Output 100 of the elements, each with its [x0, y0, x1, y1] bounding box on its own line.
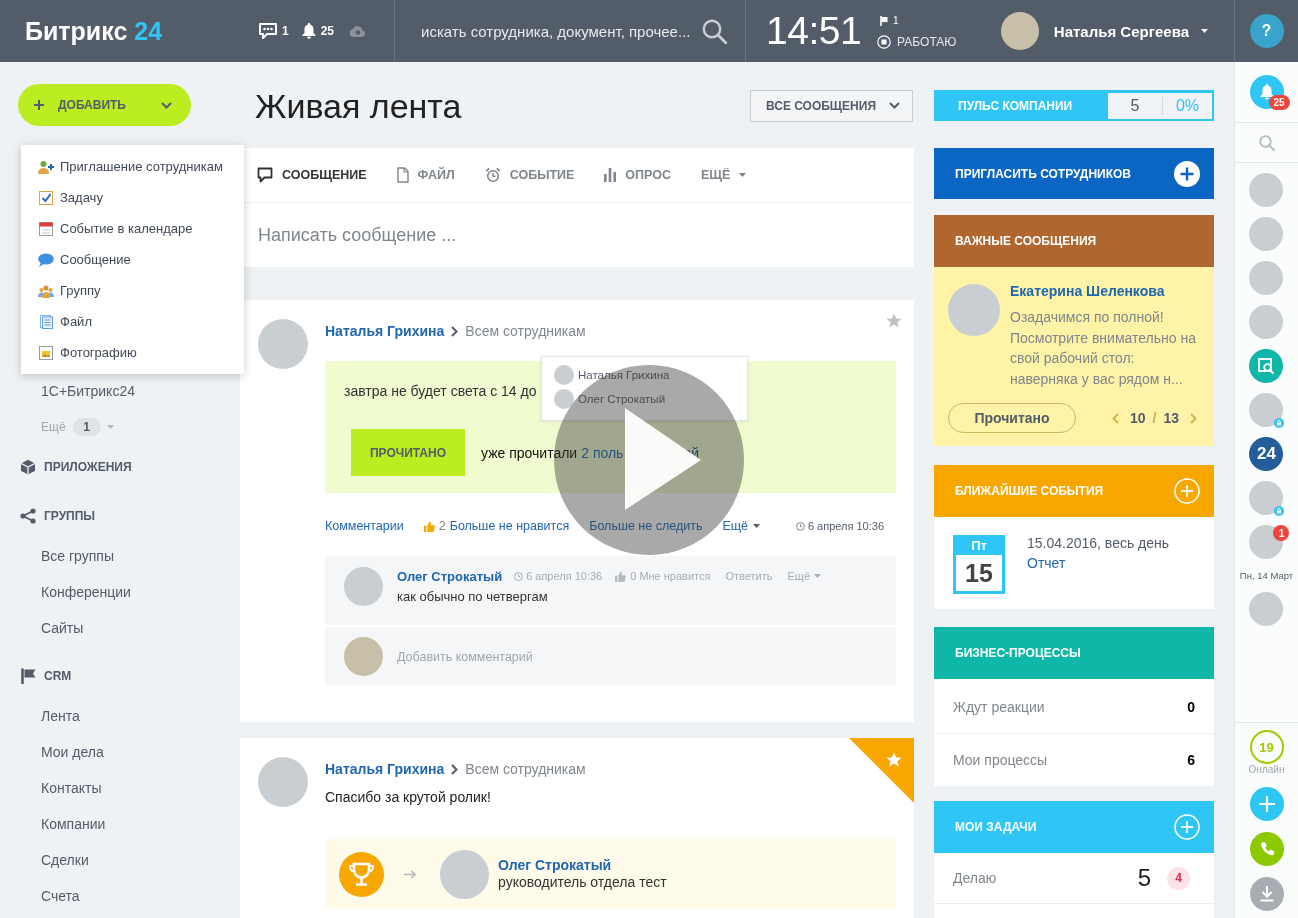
author-avatar[interactable] — [948, 284, 1000, 336]
cube-icon — [20, 459, 36, 475]
author-link[interactable]: Екатерина Шеленкова — [1010, 282, 1202, 300]
company-pulse-bar[interactable]: ПУЛЬС КОМПАНИИ 5 0% — [934, 90, 1214, 121]
contact-avatar[interactable] — [1249, 217, 1284, 251]
reader-name[interactable]: Наталья Грихина — [578, 369, 670, 381]
search-icon[interactable] — [1258, 134, 1275, 151]
message-text: завтра не будет света с 14 до — [344, 382, 537, 401]
add-menu-item[interactable]: Приглашение сотрудникам — [38, 151, 223, 182]
more-button[interactable]: Ещё 1 — [41, 409, 114, 445]
readers-link[interactable]: 2 поль — [581, 444, 624, 461]
audience-link[interactable]: Всем сотрудникам — [465, 323, 586, 339]
recipient-position: руководитель отдела тест — [498, 874, 667, 891]
audience-link[interactable]: Всем сотрудникам — [465, 761, 586, 777]
search-field[interactable]: искать сотрудника, документ, прочее... — [421, 19, 694, 43]
sidebar-link[interactable]: Конференции — [41, 574, 131, 610]
notifications-button[interactable] — [1249, 75, 1284, 109]
task-label[interactable]: Делаю — [953, 870, 997, 886]
unfollow-link[interactable]: Больше не следить — [589, 519, 703, 533]
add-menu-item[interactable]: Задачу — [38, 182, 103, 213]
document-search-icon[interactable] — [1249, 349, 1284, 383]
document-icon — [396, 167, 409, 183]
sidebar-link[interactable]: Все группы — [41, 538, 114, 574]
download-icon[interactable] — [1249, 877, 1284, 911]
recipient-link[interactable]: Олег Строкатый — [498, 857, 667, 874]
contact-avatar[interactable] — [1249, 305, 1284, 339]
notifications-counter[interactable]: 25 — [301, 23, 335, 39]
plus-circle-icon[interactable] — [1249, 787, 1284, 821]
add-menu-item[interactable]: Фотографию — [38, 337, 137, 368]
chevron-right-icon[interactable] — [1190, 412, 1197, 424]
chevron-left-icon[interactable] — [1111, 412, 1119, 424]
add-menu-item[interactable]: Группу — [38, 275, 101, 306]
message-field[interactable]: Написать сообщение ... — [258, 221, 878, 249]
process-label[interactable]: Мои процессы — [953, 752, 1048, 768]
process-label[interactable]: Ждут реакции — [953, 699, 1045, 715]
add-menu-item[interactable]: Событие в календаре — [38, 213, 193, 244]
sidebar-link[interactable]: Сделки — [41, 842, 89, 878]
author-avatar[interactable] — [258, 319, 308, 369]
like-button[interactable]: 2 Больше не нравится — [423, 519, 570, 533]
section-link[interactable]: ПРИЛОЖЕНИЯ — [20, 449, 132, 485]
user-avatar[interactable] — [1000, 12, 1039, 50]
person-plus-icon — [38, 159, 54, 174]
sidebar-link[interactable]: Контакты — [41, 770, 102, 806]
comment-field[interactable]: Добавить комментарий — [397, 646, 697, 667]
event-link[interactable]: Отчет — [1027, 553, 1066, 573]
section-link[interactable]: ГРУППЫ — [20, 498, 96, 534]
section-link[interactable]: CRM — [20, 658, 72, 694]
sidebar-link[interactable]: Мои дела — [41, 734, 104, 770]
sidebar-link[interactable]: Компании — [41, 806, 106, 842]
add-menu-item[interactable]: Сообщение — [38, 244, 131, 275]
author-avatar[interactable] — [258, 757, 308, 807]
sidebar-link[interactable]: Счета — [41, 878, 80, 914]
invite-employees-bar[interactable]: ПРИГЛАСИТЬ СОТРУДНИКОВ — [934, 148, 1214, 199]
favorite-star-icon[interactable] — [849, 738, 914, 803]
count-badge: 1 — [1273, 525, 1290, 541]
comments-link[interactable]: Комментарии — [325, 519, 404, 533]
logo-avatar[interactable]: 24 — [1249, 437, 1284, 471]
plus-icon — [34, 100, 44, 110]
reader-name[interactable]: Олег Строкатый — [578, 393, 666, 405]
flag-icon — [20, 668, 36, 684]
checkbox-icon — [38, 190, 54, 205]
favorite-star-icon[interactable] — [886, 313, 902, 329]
share-icon — [20, 508, 36, 524]
recipient-avatar[interactable] — [440, 849, 489, 899]
composer-tab[interactable]: СОБЫТИЕ — [484, 167, 575, 183]
sidebar-link[interactable]: Сайты — [41, 610, 84, 646]
bell-icon — [1259, 84, 1274, 100]
count-badge: 1 — [72, 418, 101, 436]
more-link[interactable]: Ещё — [722, 519, 760, 533]
sidebar-link[interactable]: Лента — [41, 698, 80, 734]
add-menu-item[interactable]: Файл — [38, 306, 92, 337]
contact-avatar[interactable] — [1249, 592, 1284, 626]
user-menu-button[interactable]: Наталья Сергеева — [1053, 22, 1208, 40]
cloud-icon[interactable] — [349, 25, 367, 37]
logo[interactable]: Битрикс 24 — [25, 16, 163, 46]
pulse-percent: 0% — [1174, 96, 1201, 115]
plus-circle-icon[interactable] — [1174, 478, 1200, 504]
messages-counter[interactable]: 1 — [259, 23, 289, 39]
composer-tab[interactable]: ЕЩЁ — [701, 168, 747, 182]
contact-avatar[interactable] — [1249, 393, 1284, 427]
task-count: 5 — [1137, 864, 1151, 892]
contact-avatar[interactable] — [1249, 525, 1284, 559]
filter-dropdown[interactable]: ВСЕ СООБЩЕНИЯ — [750, 89, 913, 122]
mark-read-button[interactable]: ПРОЧИТАНО — [351, 429, 465, 476]
author-link[interactable]: Наталья Грихина — [325, 761, 445, 777]
plus-circle-icon[interactable] — [1174, 814, 1200, 840]
commenter-avatar[interactable] — [344, 567, 383, 606]
sidebar-link[interactable]: 1С+Битрикс24 — [41, 373, 135, 409]
work-status-button[interactable]: РАБОТАЮ — [877, 35, 957, 49]
contact-avatar[interactable] — [1249, 261, 1284, 295]
commenter-link[interactable]: Олег Строкатый — [397, 568, 503, 584]
composer-tab[interactable]: СООБЩЕНИЕ — [257, 167, 367, 183]
phone-icon[interactable] — [1249, 832, 1284, 866]
search-icon[interactable] — [702, 18, 727, 44]
contact-avatar[interactable] — [1249, 481, 1284, 515]
add-button[interactable]: ДОБАВИТЬ — [18, 84, 191, 126]
contact-avatar[interactable] — [1249, 173, 1284, 207]
composer-tab[interactable]: ОПРОС — [604, 168, 671, 182]
composer-tab[interactable]: ФАЙЛ — [396, 167, 455, 183]
author-link[interactable]: Наталья Грихина — [325, 323, 445, 339]
